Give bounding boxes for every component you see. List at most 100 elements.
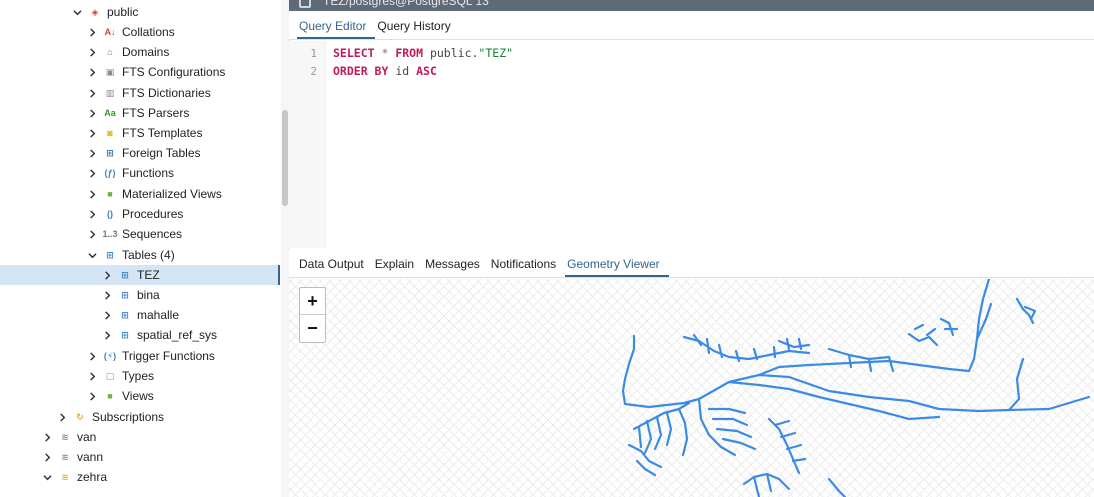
chevron-right-icon[interactable] xyxy=(41,451,53,463)
geometry-line xyxy=(939,317,959,337)
tree-item-sequences[interactable]: 1..3 Sequences xyxy=(0,224,280,244)
geometry-line xyxy=(827,347,895,373)
chevron-right-icon[interactable] xyxy=(86,188,98,200)
sql-keyword: ASC xyxy=(416,64,437,78)
tree-item-label: FTS Templates xyxy=(122,126,203,140)
tree-item-fts-templates[interactable]: ◙ FTS Templates xyxy=(0,123,280,143)
geometry-line xyxy=(827,477,847,497)
chevron-down-icon[interactable] xyxy=(71,6,83,18)
tree-item-materialized-views[interactable]: ■ Materialized Views xyxy=(0,184,280,204)
fts-template-icon: ◙ xyxy=(107,128,113,138)
tab-query-history[interactable]: Query History xyxy=(375,11,459,39)
tree-item-subscriptions[interactable]: ↻ Subscriptions xyxy=(0,407,280,427)
chevron-right-icon[interactable] xyxy=(86,26,98,38)
database-icon: ≋ xyxy=(61,471,69,482)
code-line-2[interactable]: ORDER BY id ASC xyxy=(333,64,437,78)
geometry-viewer-map[interactable]: + − xyxy=(289,279,1094,497)
table-icon: ⊞ xyxy=(121,329,129,340)
collation-icon: A↓ xyxy=(104,27,116,37)
tab-notifications[interactable]: Notifications xyxy=(489,249,565,277)
subscription-icon: ↻ xyxy=(76,411,84,422)
foreign-table-icon: ⊞ xyxy=(106,147,114,158)
zoom-in-button[interactable]: + xyxy=(300,288,325,315)
tree-item-tables-4[interactable]: ⊞ Tables (4) xyxy=(0,245,280,265)
chevron-right-icon[interactable] xyxy=(86,370,98,382)
tree-item-label: Functions xyxy=(122,166,175,180)
tree-item-spatial-ref-sys[interactable]: ⊞ spatial_ref_sys xyxy=(0,325,280,345)
chevron-right-icon[interactable] xyxy=(86,390,98,402)
chevron-right-icon[interactable] xyxy=(86,228,98,240)
zoom-out-button[interactable]: − xyxy=(300,315,325,342)
query-tool-title-strip: TEZ/postgres@PostgreSQL 13 xyxy=(289,0,1094,11)
chevron-right-icon[interactable] xyxy=(41,431,53,443)
fts-config-icon: ▣ xyxy=(105,66,115,77)
tree-item-tez[interactable]: ⊞ TEZ xyxy=(0,265,280,285)
geometry-line xyxy=(773,419,807,463)
tree-item-functions[interactable]: (ƒ) Functions xyxy=(0,163,280,183)
table-icon: ⊞ xyxy=(121,309,129,320)
chevron-right-icon[interactable] xyxy=(86,208,98,220)
tree-item-label: Sequences xyxy=(122,227,183,241)
view-icon: ■ xyxy=(107,391,113,401)
geometry-line xyxy=(627,443,663,477)
tab-query-editor[interactable]: Query Editor xyxy=(297,11,376,39)
chevron-right-icon[interactable] xyxy=(101,269,113,281)
sql-operator: * xyxy=(374,46,396,60)
chevron-right-icon[interactable] xyxy=(86,107,98,119)
database-disconnected-icon: ≋ xyxy=(61,451,69,462)
tree-item-label: Procedures xyxy=(122,207,184,221)
tab-explain[interactable]: Explain xyxy=(373,249,423,277)
geometry-line xyxy=(757,359,971,377)
tree-item-fts-parsers[interactable]: Aa FTS Parsers xyxy=(0,103,280,123)
code-line-1[interactable]: SELECT * FROM public."TEZ" xyxy=(333,46,513,60)
tree-item-label: vann xyxy=(77,450,104,464)
tree-scrollbar-thumb[interactable] xyxy=(282,110,288,206)
tree-item-trigger-functions[interactable]: (⚡) Trigger Functions xyxy=(0,346,280,366)
tree-scrollbar[interactable] xyxy=(281,0,289,497)
chevron-right-icon[interactable] xyxy=(86,66,98,78)
tab-data-output[interactable]: Data Output xyxy=(297,249,373,277)
tab-messages[interactable]: Messages xyxy=(423,249,489,277)
tree-item-zehra[interactable]: ≋ zehra xyxy=(0,467,280,487)
tree-item-procedures[interactable]: () Procedures xyxy=(0,204,280,224)
line-number: 2 xyxy=(310,65,317,78)
tree-item-foreign-tables[interactable]: ⊞ Foreign Tables xyxy=(0,143,280,163)
tree-item-public[interactable]: ◈ public xyxy=(0,2,280,22)
tab-geometry-viewer[interactable]: Geometry Viewer xyxy=(565,249,669,277)
result-tabs: Data Output Explain Messages Notificatio… xyxy=(289,249,1094,278)
tree-item-mahalle[interactable]: ⊞ mahalle xyxy=(0,305,280,325)
tree-item-types[interactable]: ▢ Types xyxy=(0,366,280,386)
tree-item-vann[interactable]: ≋ vann xyxy=(0,447,280,467)
query-tool-title: TEZ/postgres@PostgreSQL 13 xyxy=(323,0,489,8)
chevron-down-icon[interactable] xyxy=(86,249,98,261)
chevron-right-icon[interactable] xyxy=(101,309,113,321)
chevron-right-icon[interactable] xyxy=(101,289,113,301)
chevron-right-icon[interactable] xyxy=(86,46,98,58)
tree-item-fts-dictionaries[interactable]: ▥ FTS Dictionaries xyxy=(0,83,280,103)
tree-item-label: spatial_ref_sys xyxy=(137,328,218,342)
tree-item-label: Types xyxy=(122,369,155,383)
table-icon: ⊞ xyxy=(121,269,129,280)
chevron-right-icon[interactable] xyxy=(86,167,98,179)
chevron-right-icon[interactable] xyxy=(86,127,98,139)
chevron-down-icon[interactable] xyxy=(41,471,53,483)
line-number-gutter: 1 2 xyxy=(289,41,326,248)
tree-item-fts-configurations[interactable]: ▣ FTS Configurations xyxy=(0,62,280,82)
tree-item-label: Tables (4) xyxy=(122,248,175,262)
tree-item-bina[interactable]: ⊞ bina xyxy=(0,285,280,305)
tree-item-views[interactable]: ■ Views xyxy=(0,386,280,406)
chevron-right-icon[interactable] xyxy=(101,329,113,341)
tree-item-van[interactable]: ≋ van xyxy=(0,427,280,447)
chevron-right-icon[interactable] xyxy=(56,411,68,423)
geometry-line xyxy=(621,334,636,393)
tree-item-label: Domains xyxy=(122,45,170,59)
sql-editor[interactable]: 1 2 SELECT * FROM public."TEZ" ORDER BY … xyxy=(289,41,1094,248)
chevron-right-icon[interactable] xyxy=(86,147,98,159)
geometry-line xyxy=(677,407,689,457)
tree-item-label: public xyxy=(107,5,139,19)
tree-item-label: Foreign Tables xyxy=(122,146,201,160)
tree-item-collations[interactable]: A↓ Collations xyxy=(0,22,280,42)
tree-item-domains[interactable]: ⌂ Domains xyxy=(0,42,280,62)
chevron-right-icon[interactable] xyxy=(86,87,98,99)
chevron-right-icon[interactable] xyxy=(86,350,98,362)
